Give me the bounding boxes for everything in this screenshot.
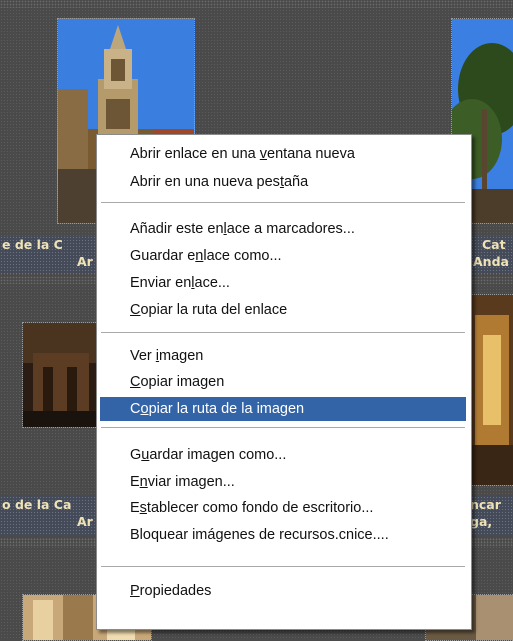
menu-item-label-post: ardar imagen como... [149, 447, 287, 463]
caption-row1-left: e de la C Ar [0, 236, 100, 274]
caption-row2-left-line1: o de la Ca [2, 497, 72, 512]
menu-separator [101, 332, 465, 334]
menu-item-label-post: ropiedades [139, 583, 212, 599]
menu-item-block-images[interactable]: Bloquear imágenes de recursos.cnice.... [100, 523, 466, 547]
menu-item-label-pre: Ver [130, 348, 156, 364]
caption-row1-left-line2: Ar [77, 254, 93, 269]
thumbnail-choir-stalls[interactable] [22, 322, 100, 428]
menu-item-access-key: P [130, 583, 140, 599]
menu-item-access-key: n [139, 474, 148, 490]
menu-item-label-post: viar imagen... [147, 474, 235, 490]
menu-item-label-post: opiar la ruta del enlace [140, 302, 288, 318]
menu-item-label-post: lace como... [203, 248, 282, 264]
menu-item-send-image[interactable]: Enviar imagen... [100, 470, 466, 494]
menu-item-label-pre: Añadir este en [130, 221, 224, 237]
menu-item-label-post: ace... [194, 275, 230, 291]
caption-row1-left-line1: e de la C [2, 237, 63, 252]
menu-item-label-post: magen [159, 348, 204, 364]
menu-item-copy-link-location[interactable]: Copiar la ruta del enlace [100, 298, 466, 322]
menu-item-view-image[interactable]: Ver imagen [100, 344, 466, 368]
menu-item-copy-image[interactable]: Copiar imagen [100, 370, 466, 394]
thumbnail-gilded-altar[interactable] [468, 294, 513, 486]
menu-item-label-pre: Abrir enlace en una [130, 146, 260, 162]
menu-item-access-key: v [259, 146, 268, 162]
menu-item-label-post: piar la ruta de la imagen [148, 401, 305, 417]
menu-item-set-desktop-background[interactable]: Establecer como fondo de escritorio... [100, 496, 466, 520]
page-top-strip [0, 0, 513, 8]
menu-item-copy-image-location[interactable]: Copiar la ruta de la imagen [100, 397, 466, 421]
context-menu: Abrir enlace en una ventana nueva Abrir e… [96, 134, 472, 630]
menu-item-label-pre: Enviar en [130, 275, 192, 291]
menu-item-label-post: ace a marcadores... [226, 221, 355, 237]
menu-item-access-key: C [130, 374, 141, 390]
menu-item-label-pre: C [130, 401, 141, 417]
menu-item-send-link[interactable]: Enviar enlace... [100, 271, 466, 295]
menu-item-label-post: tablecer como fondo de escritorio... [146, 500, 374, 516]
menu-item-save-link-as[interactable]: Guardar enlace como... [100, 244, 466, 268]
menu-item-label-pre: Abrir en una nueva pes [130, 174, 280, 190]
menu-item-open-link-new-tab[interactable]: Abrir en una nueva pestaña [100, 170, 466, 194]
menu-item-access-key: C [130, 302, 141, 318]
choir-stalls-image [23, 323, 99, 427]
menu-item-access-key: g [215, 527, 224, 543]
menu-item-access-key: s [139, 500, 147, 516]
menu-item-access-key: o [140, 401, 149, 417]
caption-row2-left-line2: Ar [77, 514, 93, 529]
menu-separator [101, 566, 465, 568]
caption-row2-left: o de la Ca Ar [0, 496, 100, 536]
menu-item-save-image-as[interactable]: Guardar imagen como... [100, 443, 466, 467]
menu-separator [101, 202, 465, 204]
menu-item-label-pre: E [130, 474, 140, 490]
menu-item-open-link-new-window[interactable]: Abrir enlace en una ventana nueva [100, 142, 466, 166]
menu-item-label-post: entana nueva [267, 146, 355, 162]
menu-item-label-post: opiar imagen [140, 374, 225, 390]
menu-item-label-pre: G [130, 447, 142, 463]
caption-row2-right: ncar ga, [468, 496, 513, 536]
menu-separator [101, 427, 465, 429]
menu-item-label-post: aña [283, 174, 309, 190]
menu-item-label-post: enes de recursos.cnice.... [223, 527, 389, 543]
gilded-altar-image [469, 295, 513, 485]
menu-item-label-pre: E [130, 500, 140, 516]
caption-row1-right-line2: Anda [473, 254, 509, 269]
caption-row2-right-line2: ga, [470, 514, 493, 529]
menu-item-label-pre: Bloquear imá [130, 527, 216, 543]
caption-row2-right-line1: ncar [470, 497, 501, 512]
menu-item-bookmark-link[interactable]: Añadir este enlace a marcadores... [100, 217, 466, 241]
caption-row1-right: Cat Anda [468, 236, 513, 274]
menu-item-properties[interactable]: Propiedades [100, 579, 466, 603]
menu-item-label-pre: Guardar e [130, 248, 196, 264]
caption-row1-right-line1: Cat [482, 237, 506, 252]
